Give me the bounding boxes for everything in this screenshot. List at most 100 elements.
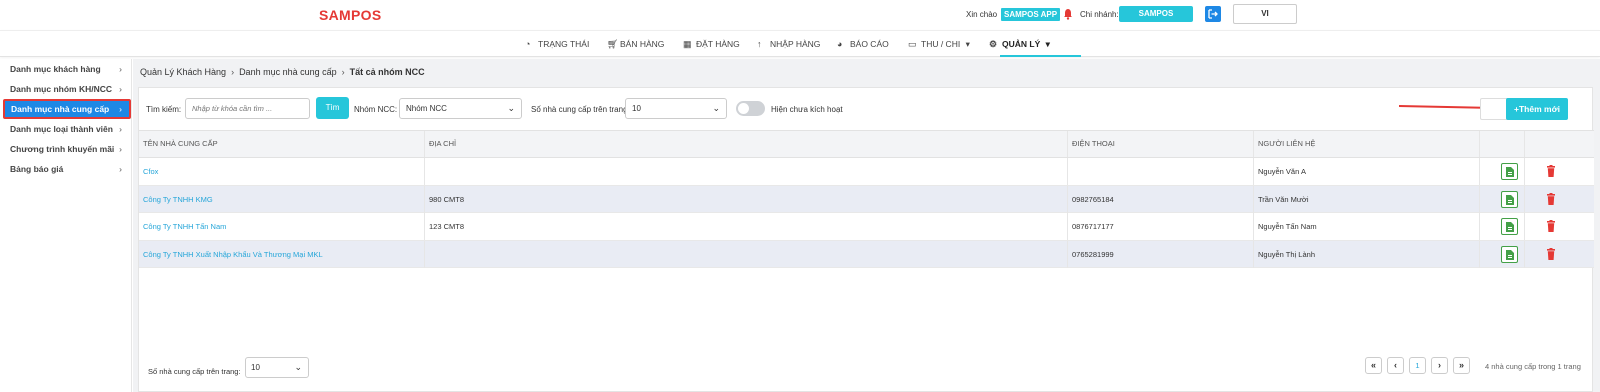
supplier-name-link[interactable]: Công Ty TNHH KMG xyxy=(139,185,425,213)
arrow-up-icon: ↑ xyxy=(757,39,762,49)
sidebar-item-khuyen-mai[interactable]: Chương trình khuyến mãi › xyxy=(0,139,132,159)
nav-item-thu-chi[interactable]: ▭ THU / CHI ▾ xyxy=(908,39,970,50)
bell-icon[interactable] xyxy=(1063,8,1073,20)
sidebar-item-label: Danh mục loại thành viên xyxy=(10,124,113,134)
column-header-name[interactable]: TÊN NHÀ CUNG CẤP xyxy=(139,131,425,157)
sidebar-item-khach-hang[interactable]: Danh mục khách hàng › xyxy=(0,59,132,79)
supplier-name-link[interactable]: Công Ty TNHH Tấn Nam xyxy=(139,213,425,240)
main-content: Quản Lý Khách Hàng › Danh mục nhà cung cấp… xyxy=(133,59,1600,392)
trash-icon[interactable] xyxy=(1546,247,1556,260)
trash-icon[interactable] xyxy=(1546,220,1556,232)
language-select[interactable]: VI xyxy=(1233,4,1297,24)
pie-chart-icon: ◕ xyxy=(837,39,843,49)
gear-icon: ⚙ xyxy=(989,39,998,49)
next-page-button[interactable]: › xyxy=(1431,357,1448,374)
trash-icon[interactable] xyxy=(1546,192,1556,205)
supplier-name-link[interactable]: Cfox xyxy=(139,158,425,185)
supplier-name-link[interactable]: Công Ty TNHH Xuất Nhập Khẩu Và Thương Mạ… xyxy=(139,240,425,268)
breadcrumb-item[interactable]: Danh mục nhà cung cấp xyxy=(239,67,337,77)
main-nav: ◔ TRẠNG THÁI 🛒︎ BÁN HÀNG ▦ ĐẶT HÀNG ↑ NHẬP H… xyxy=(0,30,1600,57)
supplier-phone: 0765281999 xyxy=(1068,240,1254,268)
logo[interactable]: SAMPOS xyxy=(319,7,381,23)
column-header-delete xyxy=(1525,131,1594,157)
show-inactive-label: Hiện chưa kích hoạt xyxy=(771,105,843,114)
dashboard-icon: ◔ xyxy=(525,39,531,49)
nav-item-dat-hang[interactable]: ▦ ĐẶT HÀNG xyxy=(683,39,740,50)
double-chevron-right-icon: » xyxy=(1458,360,1464,370)
edit-document-icon[interactable] xyxy=(1501,218,1518,235)
nav-item-bao-cao[interactable]: ◕ BÁO CÁO xyxy=(837,39,889,49)
calendar-icon: ▦ xyxy=(683,39,692,49)
footer-per-page-select[interactable]: 10 ⌄ xyxy=(245,357,309,378)
branch-select-button[interactable]: SAMPOS xyxy=(1119,6,1193,22)
nav-item-trang-thai[interactable]: ◔ TRẠNG THÁI xyxy=(525,39,589,49)
sidebar-item-nha-cung-cap[interactable]: Danh mục nhà cung cấp › xyxy=(3,99,131,119)
sidebar-item-bang-bao-gia[interactable]: Bảng báo giá › xyxy=(0,159,132,179)
sidebar-item-nhom-kh-ncc[interactable]: Danh mục nhóm KH/NCC › xyxy=(0,79,132,99)
user-badge[interactable]: SAMPOS APP xyxy=(1001,8,1061,21)
supplier-contact: Nguyễn Tấn Nam xyxy=(1254,213,1480,240)
table-row: Công Ty TNHH Tấn Nam 123 CMT8 0876717177… xyxy=(139,213,1594,241)
supplier-phone: 0982765184 xyxy=(1068,185,1254,213)
cart-icon: 🛒︎ xyxy=(607,39,619,49)
caret-down-icon: ▾ xyxy=(965,39,970,49)
column-header-edit xyxy=(1480,131,1525,157)
edit-document-icon[interactable] xyxy=(1501,190,1518,208)
per-page-select[interactable]: 10 ⌄ xyxy=(625,98,727,119)
sidebar-item-label: Bảng báo giá xyxy=(10,164,64,174)
logout-button[interactable] xyxy=(1205,6,1221,22)
table-header: TÊN NHÀ CUNG CẤP ĐỊA CHỈ ĐIỆN THOẠI NGƯỜ… xyxy=(139,130,1594,158)
search-label: Tìm kiếm: xyxy=(146,105,182,114)
chevron-down-icon: ⌄ xyxy=(507,103,515,113)
greeting-text: Xin chào xyxy=(966,10,998,19)
table-row: Công Ty TNHH KMG 980 CMT8 0982765184 Trầ… xyxy=(139,185,1594,213)
logout-icon xyxy=(1208,9,1218,19)
footer-per-page-value: 10 xyxy=(251,363,260,372)
trash-icon[interactable] xyxy=(1546,165,1556,177)
supplier-table: TÊN NHÀ CUNG CẤP ĐỊA CHỈ ĐIỆN THOẠI NGƯỜ… xyxy=(139,130,1594,268)
breadcrumb-item[interactable]: Quản Lý Khách Hàng xyxy=(140,67,226,77)
per-page-select-value: 10 xyxy=(632,104,641,113)
nav-item-nhap-hang[interactable]: ↑ NHẬP HÀNG xyxy=(757,39,820,49)
sidebar-item-label: Danh mục nhà cung cấp xyxy=(11,104,110,114)
first-page-button[interactable]: « xyxy=(1365,357,1382,374)
supplier-address: 123 CMT8 xyxy=(425,213,1068,240)
column-header-phone[interactable]: ĐIỆN THOẠI xyxy=(1068,131,1254,157)
sidebar: Danh mục khách hàng › Danh mục nhóm KH/NC… xyxy=(0,59,132,392)
footer-per-page-label: Số nhà cung cấp trên trang: xyxy=(148,367,241,376)
breadcrumb-current: Tất cả nhóm NCC xyxy=(349,67,425,77)
chevron-right-icon: › xyxy=(119,144,122,154)
edit-document-icon[interactable] xyxy=(1501,163,1518,180)
group-label: Nhóm NCC: xyxy=(354,105,398,114)
per-page-label: Số nhà cung cấp trên trang: xyxy=(531,105,630,114)
prev-page-button[interactable]: ‹ xyxy=(1387,357,1404,374)
filter-bar: Tìm kiếm: Tìm Nhóm NCC: Nhóm NCC ⌄ Số nh… xyxy=(139,88,1594,128)
search-input[interactable] xyxy=(185,98,310,119)
active-nav-indicator xyxy=(1000,55,1081,57)
sidebar-item-label: Danh mục nhóm KH/NCC xyxy=(10,84,112,94)
chevron-right-icon: › xyxy=(119,124,122,134)
page-number-button[interactable]: 1 xyxy=(1409,357,1426,374)
chevron-down-icon: ⌄ xyxy=(294,362,302,372)
add-supplier-button[interactable]: +Thêm mới xyxy=(1506,98,1568,120)
nav-item-label: THU / CHI xyxy=(921,39,961,49)
edit-document-icon[interactable] xyxy=(1501,245,1518,263)
supplier-contact: Nguyễn Thị Lành xyxy=(1254,240,1480,268)
chevron-right-icon: › xyxy=(119,164,122,174)
chevron-right-icon: › xyxy=(119,104,122,114)
column-header-contact[interactable]: NGƯỜI LIÊN HỆ xyxy=(1254,131,1480,157)
last-page-button[interactable]: » xyxy=(1453,357,1470,374)
supplier-contact: Trần Văn Mười xyxy=(1254,185,1480,213)
breadcrumb-separator: › xyxy=(231,67,235,77)
search-button[interactable]: Tìm xyxy=(316,97,349,119)
show-inactive-toggle[interactable] xyxy=(736,101,765,116)
group-select[interactable]: Nhóm NCC ⌄ xyxy=(399,98,522,119)
nav-item-quan-ly[interactable]: ⚙ QUẢN LÝ ▾ xyxy=(989,39,1050,50)
chevron-down-icon: ⌄ xyxy=(712,103,720,113)
nav-item-ban-hang[interactable]: 🛒︎ BÁN HÀNG xyxy=(607,39,664,50)
supplier-address xyxy=(425,158,1068,185)
top-bar: SAMPOS Xin chào SAMPOS APP Chi nhánh: SA… xyxy=(0,0,1600,30)
double-chevron-left-icon: « xyxy=(1370,360,1376,370)
sidebar-item-loai-thanh-vien[interactable]: Danh mục loại thành viên › xyxy=(0,119,132,139)
column-header-address[interactable]: ĐỊA CHỈ xyxy=(425,131,1068,157)
